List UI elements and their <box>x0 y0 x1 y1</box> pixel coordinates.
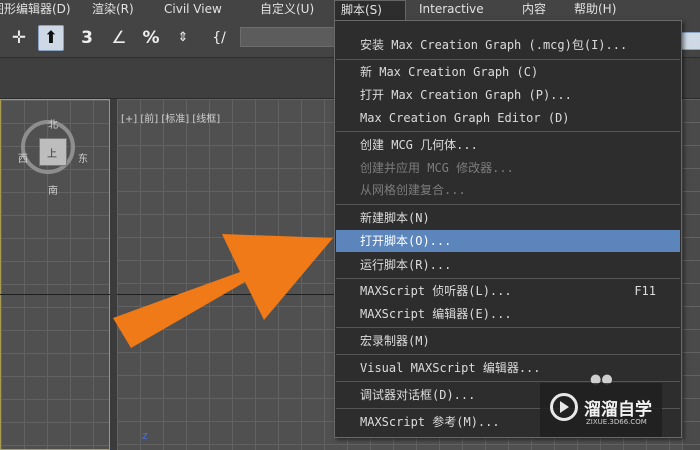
watermark: 溜溜自学 ZIXUE.3D66.COM <box>540 383 662 437</box>
play-triangle-icon <box>560 401 569 413</box>
menu-separator <box>336 354 680 355</box>
menu-item-mcg-editor[interactable]: Max Creation Graph Editor (D) <box>336 107 680 129</box>
menu-item-open-mcg[interactable]: 打开 Max Creation Graph (P)... <box>336 84 680 106</box>
menu-item-maxscript-editor[interactable]: MAXScript 编辑器(E)... <box>336 303 680 325</box>
menu-item-maxscript-listener[interactable]: MAXScript 侦听器(L)... F11 <box>336 280 680 302</box>
menu-item-create-compound-from-mesh: 从网格创建复合... <box>360 183 466 197</box>
menu-separator <box>336 131 680 132</box>
menu-item-run-script[interactable]: 运行脚本(R)... <box>336 254 680 276</box>
menu-item-label: MAXScript 侦听器(L)... <box>360 284 512 298</box>
menu-item-macro-recorder[interactable]: 宏录制器(M) <box>336 330 680 352</box>
menu-separator <box>336 381 680 382</box>
menu-item-open-script[interactable]: 打开脚本(O)... <box>336 230 680 252</box>
menu-item-visual-maxscript-editor[interactable]: Visual MAXScript 编辑器... <box>336 357 680 379</box>
menu-item-shortcut: F11 <box>634 284 656 298</box>
menu-item-create-mcg-geometry[interactable]: 创建 MCG 几何体... <box>336 134 680 156</box>
menu-item-create-apply-mcg-modifier: 创建并应用 MCG 修改器... <box>360 161 514 175</box>
menu-item-install-mcg[interactable]: 安装 Max Creation Graph (.mcg)包(I)... <box>336 34 680 56</box>
menu-separator <box>336 204 680 205</box>
menu-item-new-mcg[interactable]: 新 Max Creation Graph (C) <box>336 61 680 83</box>
menu-separator <box>336 59 680 60</box>
menu-separator <box>336 327 680 328</box>
watermark-brand: 溜溜自学 <box>584 400 652 420</box>
menu-item-new-script[interactable]: 新建脚本(N) <box>336 207 680 229</box>
watermark-domain: ZIXUE.3D66.COM <box>586 418 647 426</box>
scripting-menu: 安装 Max Creation Graph (.mcg)包(I)... 新 Ma… <box>334 20 682 438</box>
menu-separator <box>336 278 680 279</box>
